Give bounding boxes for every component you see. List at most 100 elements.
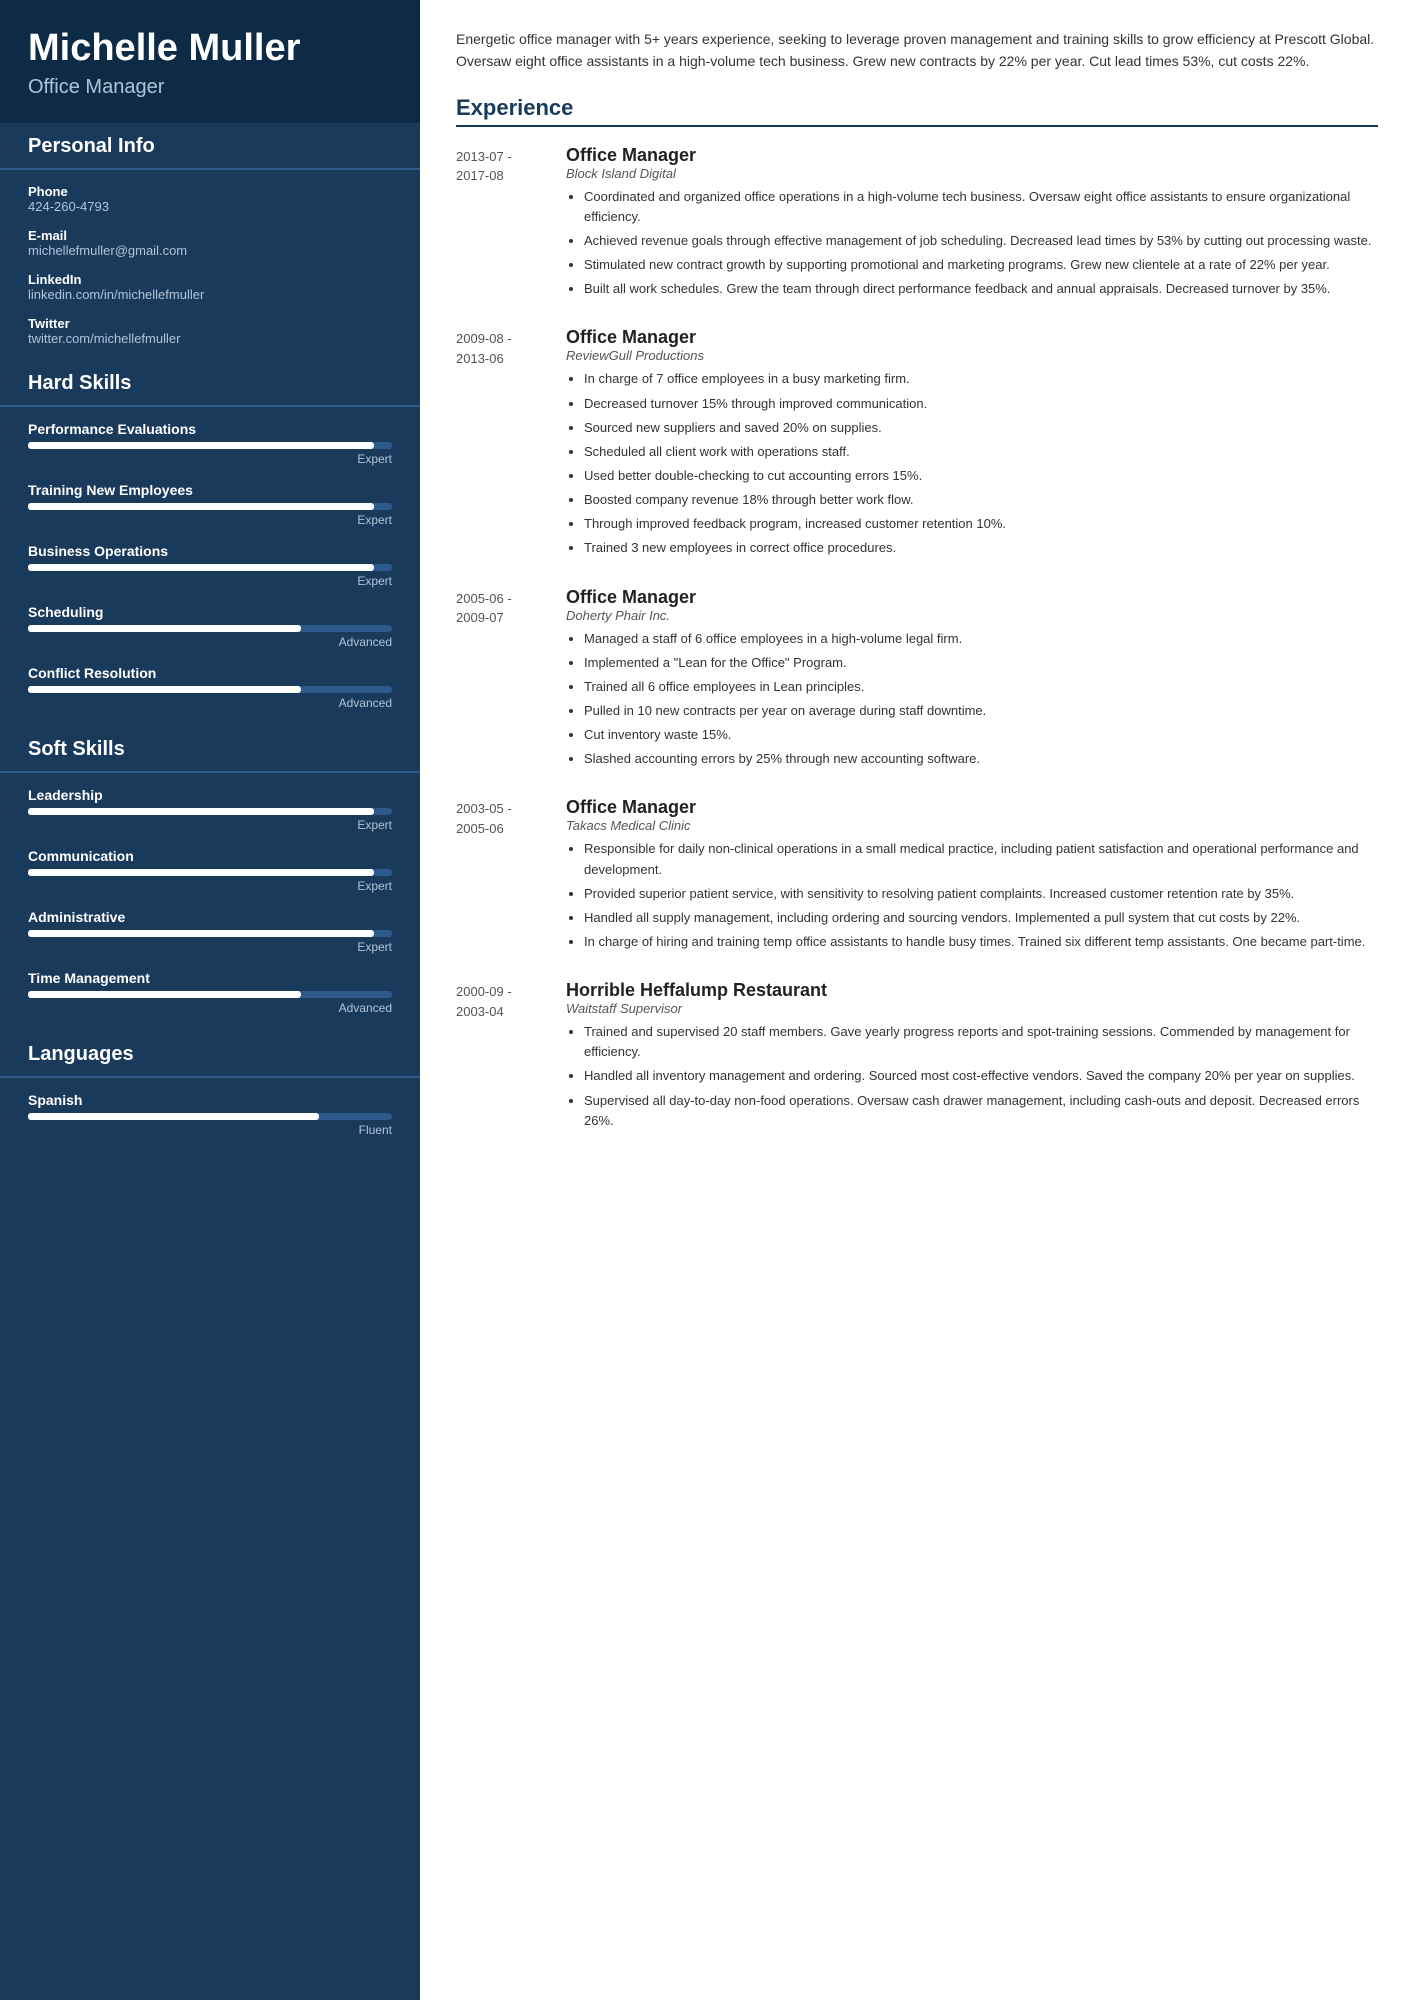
contact-linkedin-value: linkedin.com/in/michellefmuller (28, 287, 392, 302)
languages-heading: Languages (0, 1031, 420, 1078)
skill-bar-fill (28, 564, 374, 571)
language-name: Spanish (28, 1092, 392, 1108)
bullet-item: Handled all supply management, including… (584, 908, 1378, 928)
bullet-item: Pulled in 10 new contracts per year on a… (584, 701, 1378, 721)
experience-entry: 2005-06 -2009-07 Office Manager Doherty … (456, 587, 1378, 774)
skill-name: Time Management (28, 970, 392, 986)
skill-level: Expert (28, 452, 392, 466)
soft-skills-heading: Soft Skills (0, 726, 420, 773)
skill-level: Fluent (28, 1123, 392, 1137)
skill-bar-fill (28, 503, 374, 510)
skill-level: Expert (28, 574, 392, 588)
bullet-item: Handled all inventory management and ord… (584, 1066, 1378, 1086)
bullet-item: Decreased turnover 15% through improved … (584, 394, 1378, 414)
exp-details: Horrible Heffalump Restaurant Waitstaff … (566, 980, 1378, 1135)
exp-job-title: Office Manager (566, 145, 1378, 166)
bullet-item: Managed a staff of 6 office employees in… (584, 629, 1378, 649)
skill-name: Scheduling (28, 604, 392, 620)
exp-company: Takacs Medical Clinic (566, 818, 1378, 833)
contact-linkedin-label: LinkedIn (28, 272, 392, 287)
bullet-item: Scheduled all client work with operation… (584, 442, 1378, 462)
bullet-item: Responsible for daily non-clinical opera… (584, 839, 1378, 879)
exp-bullets: Trained and supervised 20 staff members.… (566, 1022, 1378, 1131)
personal-info-heading: Personal Info (0, 123, 420, 170)
experience-heading: Experience (456, 95, 1378, 127)
skill-bar-fill (28, 869, 374, 876)
skill-bar-fill (28, 442, 374, 449)
skill-bar-bg (28, 442, 392, 449)
skill-level: Expert (28, 879, 392, 893)
skill-bar-fill (28, 808, 374, 815)
exp-dates: 2000-09 -2003-04 (456, 980, 566, 1135)
hard-skill-item: Performance Evaluations Expert (28, 421, 392, 466)
contact-email: E-mail michellefmuller@gmail.com (28, 228, 392, 258)
exp-details: Office Manager Doherty Phair Inc. Manage… (566, 587, 1378, 774)
soft-skill-item: Leadership Expert (28, 787, 392, 832)
experience-entry: 2003-05 -2005-06 Office Manager Takacs M… (456, 797, 1378, 956)
contact-email-value: michellefmuller@gmail.com (28, 243, 392, 258)
bullet-item: Built all work schedules. Grew the team … (584, 279, 1378, 299)
skill-name: Communication (28, 848, 392, 864)
bullet-item: Supervised all day-to-day non-food opera… (584, 1091, 1378, 1131)
skill-level: Advanced (28, 1001, 392, 1015)
language-item: Spanish Fluent (28, 1092, 392, 1137)
skill-level: Expert (28, 513, 392, 527)
exp-dates: 2009-08 -2013-06 (456, 327, 566, 562)
skill-name: Training New Employees (28, 482, 392, 498)
soft-skill-item: Administrative Expert (28, 909, 392, 954)
exp-dates: 2005-06 -2009-07 (456, 587, 566, 774)
bullet-item: Used better double-checking to cut accou… (584, 466, 1378, 486)
skill-bar-bg (28, 564, 392, 571)
exp-company: Doherty Phair Inc. (566, 608, 1378, 623)
candidate-name: Michelle Muller (28, 28, 392, 70)
experience-list: 2013-07 -2017-08 Office Manager Block Is… (456, 145, 1378, 1135)
hard-skill-item: Conflict Resolution Advanced (28, 665, 392, 710)
skill-level: Expert (28, 818, 392, 832)
skill-bar-bg (28, 625, 392, 632)
contact-email-label: E-mail (28, 228, 392, 243)
soft-skills-section: Leadership Expert Communication Expert A… (0, 773, 420, 1015)
skill-bar-bg (28, 808, 392, 815)
exp-company: ReviewGull Productions (566, 348, 1378, 363)
summary-text: Energetic office manager with 5+ years e… (456, 28, 1378, 73)
skill-bar-fill (28, 686, 301, 693)
skill-bar-bg (28, 1113, 392, 1120)
languages-section: Spanish Fluent (0, 1078, 420, 1137)
bullet-item: Trained 3 new employees in correct offic… (584, 538, 1378, 558)
skill-bar-fill (28, 991, 301, 998)
bullet-item: Provided superior patient service, with … (584, 884, 1378, 904)
bullet-item: Sourced new suppliers and saved 20% on s… (584, 418, 1378, 438)
bullet-item: Coordinated and organized office operati… (584, 187, 1378, 227)
exp-details: Office Manager ReviewGull Productions In… (566, 327, 1378, 562)
hard-skills-heading: Hard Skills (0, 360, 420, 407)
contact-twitter-label: Twitter (28, 316, 392, 331)
bullet-item: Boosted company revenue 18% through bett… (584, 490, 1378, 510)
skill-bar-bg (28, 869, 392, 876)
skill-bar-fill (28, 625, 301, 632)
candidate-title: Office Manager (28, 76, 392, 99)
skill-name: Performance Evaluations (28, 421, 392, 437)
exp-bullets: Managed a staff of 6 office employees in… (566, 629, 1378, 770)
bullet-item: Achieved revenue goals through effective… (584, 231, 1378, 251)
exp-details: Office Manager Block Island Digital Coor… (566, 145, 1378, 304)
skill-bar-bg (28, 930, 392, 937)
contact-phone-value: 424-260-4793 (28, 199, 392, 214)
exp-job-title: Horrible Heffalump Restaurant (566, 980, 1378, 1001)
skill-name: Administrative (28, 909, 392, 925)
hard-skill-item: Scheduling Advanced (28, 604, 392, 649)
bullet-item: Implemented a "Lean for the Office" Prog… (584, 653, 1378, 673)
skill-level: Advanced (28, 635, 392, 649)
contact-phone-label: Phone (28, 184, 392, 199)
bullet-item: Cut inventory waste 15%. (584, 725, 1378, 745)
skill-bar-fill (28, 930, 374, 937)
contact-linkedin: LinkedIn linkedin.com/in/michellefmuller (28, 272, 392, 302)
skill-bar-bg (28, 991, 392, 998)
skill-level: Advanced (28, 696, 392, 710)
contact-twitter-value: twitter.com/michellefmuller (28, 331, 392, 346)
exp-company: Block Island Digital (566, 166, 1378, 181)
experience-entry: 2009-08 -2013-06 Office Manager ReviewGu… (456, 327, 1378, 562)
bullet-item: In charge of hiring and training temp of… (584, 932, 1378, 952)
sidebar: Michelle Muller Office Manager Personal … (0, 0, 420, 2000)
exp-dates: 2003-05 -2005-06 (456, 797, 566, 956)
exp-company: Waitstaff Supervisor (566, 1001, 1378, 1016)
